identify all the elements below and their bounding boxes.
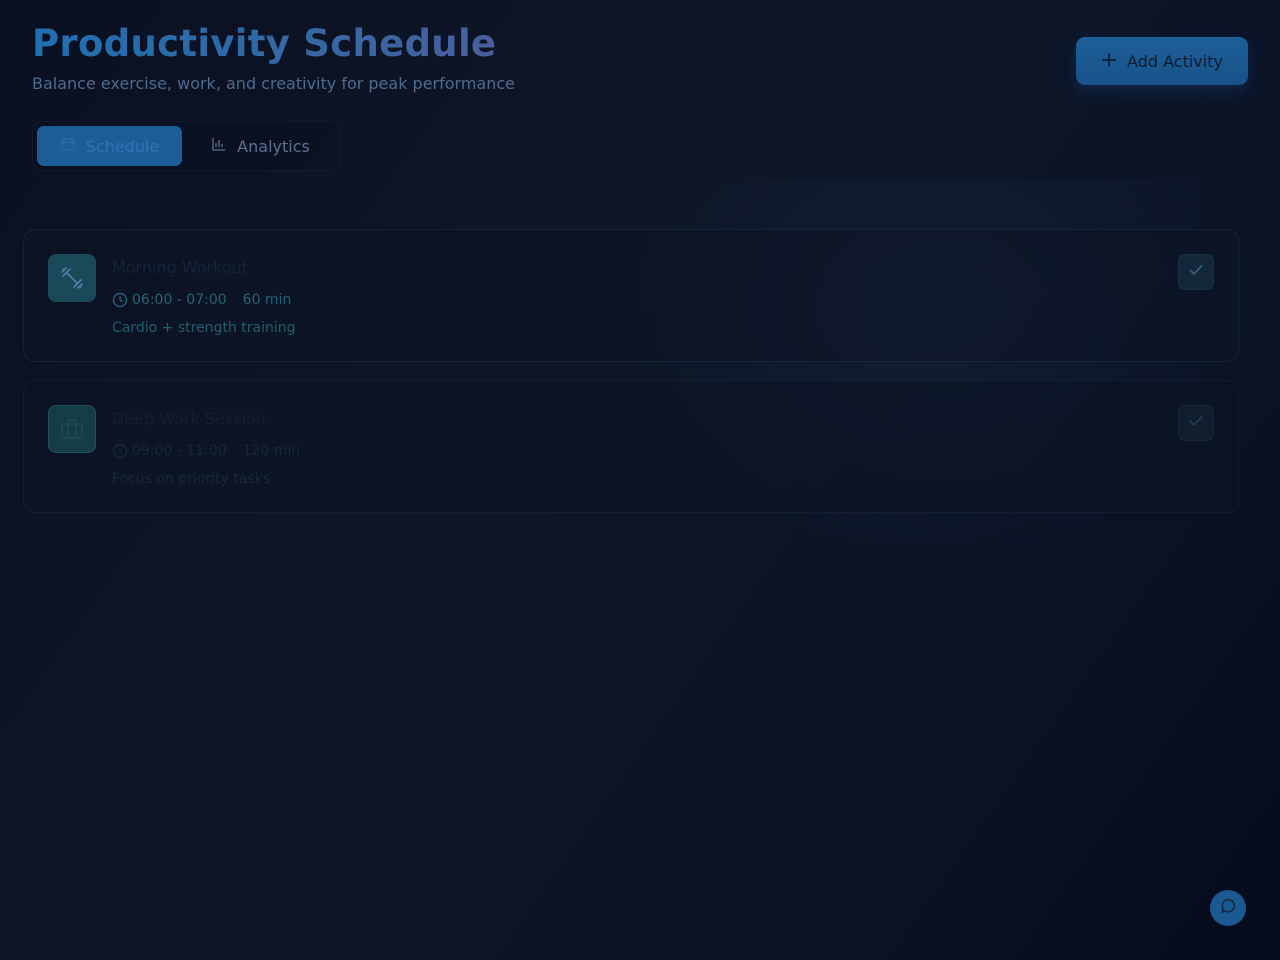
add-activity-button[interactable]: Add Activity: [1076, 37, 1248, 85]
activity-duration: 60 min: [242, 292, 292, 308]
briefcase-icon: [48, 405, 96, 453]
complete-toggle[interactable]: [1178, 254, 1214, 290]
chat-bubble-icon: [1219, 897, 1237, 919]
activity-card: Morning Workout 06:00 - 07:00 60 min Car…: [23, 229, 1239, 362]
page-header: Productivity Schedule Balance exercise, …: [32, 22, 515, 93]
tab-analytics[interactable]: Analytics: [186, 126, 335, 166]
activity-time: 06:00 - 07:00: [132, 292, 227, 308]
view-tabs: Schedule Analytics: [32, 121, 340, 171]
bar-chart-icon: [211, 136, 227, 156]
clock-icon: [112, 443, 128, 459]
calendar-icon: [60, 136, 76, 156]
activity-name: Morning Workout: [112, 258, 249, 277]
tab-analytics-label: Analytics: [237, 136, 310, 156]
page-title: Productivity Schedule: [32, 22, 515, 66]
clock-icon: [112, 292, 128, 308]
add-activity-label: Add Activity: [1127, 51, 1223, 71]
activity-meta: 09:00 - 11:00 120 min: [112, 443, 300, 459]
checkmark-icon: [1187, 261, 1205, 283]
tab-schedule-label: Schedule: [85, 136, 160, 156]
activity-name: Deep Work Session: [112, 409, 266, 428]
activity-time: 09:00 - 11:00: [132, 443, 227, 459]
activity-description: Focus on priority tasks: [112, 471, 271, 487]
chat-button[interactable]: [1210, 890, 1246, 926]
plus-icon: [1101, 51, 1117, 71]
dumbbell-icon: [48, 254, 96, 302]
activity-description: Cardio + strength training: [112, 320, 296, 336]
activity-duration: 120 min: [242, 443, 301, 459]
activity-meta: 06:00 - 07:00 60 min: [112, 292, 291, 308]
tab-schedule[interactable]: Schedule: [37, 126, 183, 166]
activity-card: Deep Work Session 09:00 - 11:00 120 min …: [23, 380, 1239, 513]
page-subtitle: Balance exercise, work, and creativity f…: [32, 74, 516, 93]
complete-toggle[interactable]: [1178, 405, 1214, 441]
page: Productivity Schedule Balance exercise, …: [0, 0, 1280, 960]
checkmark-icon: [1187, 412, 1205, 434]
